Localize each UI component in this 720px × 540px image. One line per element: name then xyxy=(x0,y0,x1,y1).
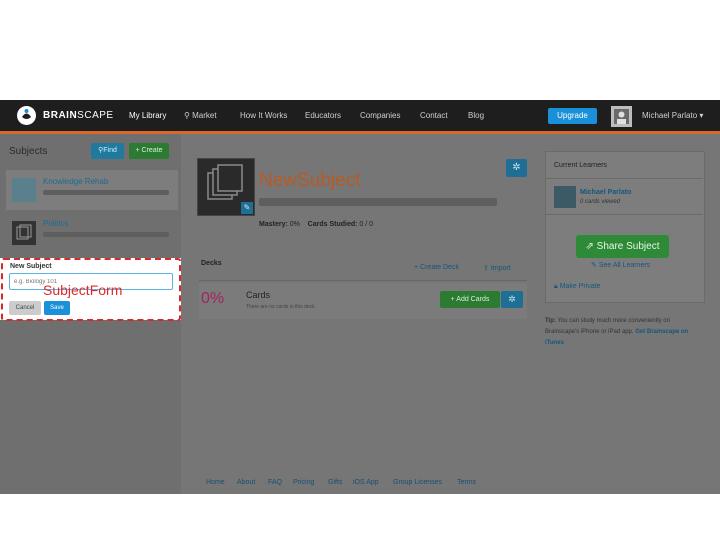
upgrade-button[interactable]: Upgrade xyxy=(548,108,597,124)
nav-how-it-works[interactable]: How It Works xyxy=(240,111,287,120)
footer-group-licenses[interactable]: Group Licenses xyxy=(393,479,442,486)
footer-ios-app[interactable]: iOS App xyxy=(353,479,379,486)
create-label: Create xyxy=(141,147,163,154)
brain-logo-icon[interactable] xyxy=(17,106,36,125)
learners-divider xyxy=(546,214,703,215)
subject-thumbnail-icon xyxy=(12,221,36,245)
footer-gifts[interactable]: Gifts xyxy=(328,479,342,486)
subject-image[interactable]: ✎ xyxy=(197,158,255,216)
gear-icon: ✲ xyxy=(508,294,516,304)
mastery-bar xyxy=(43,190,169,195)
deck-percent: 0% xyxy=(201,290,225,307)
nav-educators[interactable]: Educators xyxy=(305,111,341,120)
share-icon: ⇗ xyxy=(585,241,597,252)
see-all-label: See All Learners xyxy=(598,262,651,269)
sidebar-title: Subjects xyxy=(9,146,48,157)
learners-divider xyxy=(546,178,703,179)
brand-wordmark[interactable]: BRAINSCAPE xyxy=(43,110,114,121)
cards-studied-value: 0 / 0 xyxy=(359,221,374,228)
annotation-label: SubjectForm xyxy=(43,282,123,298)
make-private-link[interactable]: 🔒︎ Make Private xyxy=(554,283,601,291)
brand-bold: BRAIN xyxy=(43,110,78,121)
pencil-icon: ✎ xyxy=(591,262,599,269)
brand-thin: SCAPE xyxy=(77,110,114,121)
nav-market-label: Market xyxy=(192,111,217,120)
subject-thumbnail-icon xyxy=(12,178,36,202)
subject-stats: Mastery: 0% Cards Studied: 0 / 0 xyxy=(259,221,373,228)
import-link[interactable]: ⇪ Import xyxy=(483,264,511,272)
see-all-learners-link[interactable]: ✎ See All Learners xyxy=(591,261,650,269)
footer-about[interactable]: About xyxy=(237,479,255,486)
share-label: Share Subject xyxy=(596,241,660,252)
subject-settings-button[interactable]: ✲ xyxy=(506,159,527,177)
learners-panel xyxy=(545,151,705,303)
nav-blog[interactable]: Blog xyxy=(468,111,484,120)
chevron-down-icon: ▾ xyxy=(699,111,704,120)
learner-avatar[interactable] xyxy=(554,186,576,208)
cards-studied-label: Cards Studied: xyxy=(307,221,358,228)
subject-title: NewSubject xyxy=(259,170,361,191)
sidebar-item-label: Politics xyxy=(43,219,69,228)
user-menu[interactable]: Michael Parlato ▾ xyxy=(642,111,703,120)
user-name: Michael Parlato xyxy=(642,111,698,120)
decks-divider xyxy=(199,280,527,281)
subject-mastery-bar xyxy=(259,198,497,206)
mastery-bar xyxy=(43,232,169,237)
sidebar-item-knowledge-rehab[interactable]: Knowledge Rehab xyxy=(6,170,178,210)
import-label: Import xyxy=(490,265,511,272)
search-icon: ⚲ xyxy=(184,111,190,120)
mastery-value: 0% xyxy=(289,221,300,228)
current-learners-title: Current Learners xyxy=(554,162,607,169)
deck-title: Cards xyxy=(246,290,271,300)
deck-subtitle: There are no cards in this deck. xyxy=(246,304,317,310)
sidebar-item-politics[interactable]: Politics xyxy=(6,212,178,252)
footer-faq[interactable]: FAQ xyxy=(268,479,282,486)
avatar[interactable] xyxy=(611,106,632,127)
mastery-label: Mastery: xyxy=(259,221,288,228)
footer-pricing[interactable]: Pricing xyxy=(293,479,314,486)
sidebar-item-label: Knowledge Rehab xyxy=(43,177,109,186)
import-icon: ⇪ xyxy=(483,265,491,272)
nav-contact[interactable]: Contact xyxy=(420,111,448,120)
footer-terms[interactable]: Terms xyxy=(457,479,476,486)
nav-my-library[interactable]: My Library xyxy=(129,111,166,120)
tip-bold: Tip: xyxy=(545,318,556,324)
learner-sub: 0 cards viewed xyxy=(580,199,621,205)
decks-title: Decks xyxy=(201,260,222,267)
find-button[interactable]: ⚲Find xyxy=(91,143,124,159)
nav-market[interactable]: ⚲ Market xyxy=(184,111,217,120)
nav-companies[interactable]: Companies xyxy=(360,111,400,120)
top-nav-bar: BRAINSCAPE My Library ⚲ Market How It Wo… xyxy=(0,100,720,134)
create-deck-link[interactable]: + Create Deck xyxy=(414,264,459,271)
tip-text: Tip: You can study much more convenientl… xyxy=(545,316,703,349)
deck-settings-button[interactable]: ✲ xyxy=(501,291,523,308)
add-cards-label: Add Cards xyxy=(456,296,490,303)
add-cards-button[interactable]: + Add Cards xyxy=(440,291,500,308)
edit-pencil-icon[interactable]: ✎ xyxy=(241,202,253,214)
create-button[interactable]: + Create xyxy=(129,143,169,159)
footer-home[interactable]: Home xyxy=(206,479,225,486)
learner-name[interactable]: Michael Parlato xyxy=(580,189,631,196)
share-subject-button[interactable]: ⇗ Share Subject xyxy=(576,235,669,258)
find-label: Find xyxy=(103,147,117,154)
gear-icon: ✲ xyxy=(512,162,521,173)
create-deck-label: Create Deck xyxy=(420,264,459,271)
make-private-label: Make Private xyxy=(559,283,601,290)
